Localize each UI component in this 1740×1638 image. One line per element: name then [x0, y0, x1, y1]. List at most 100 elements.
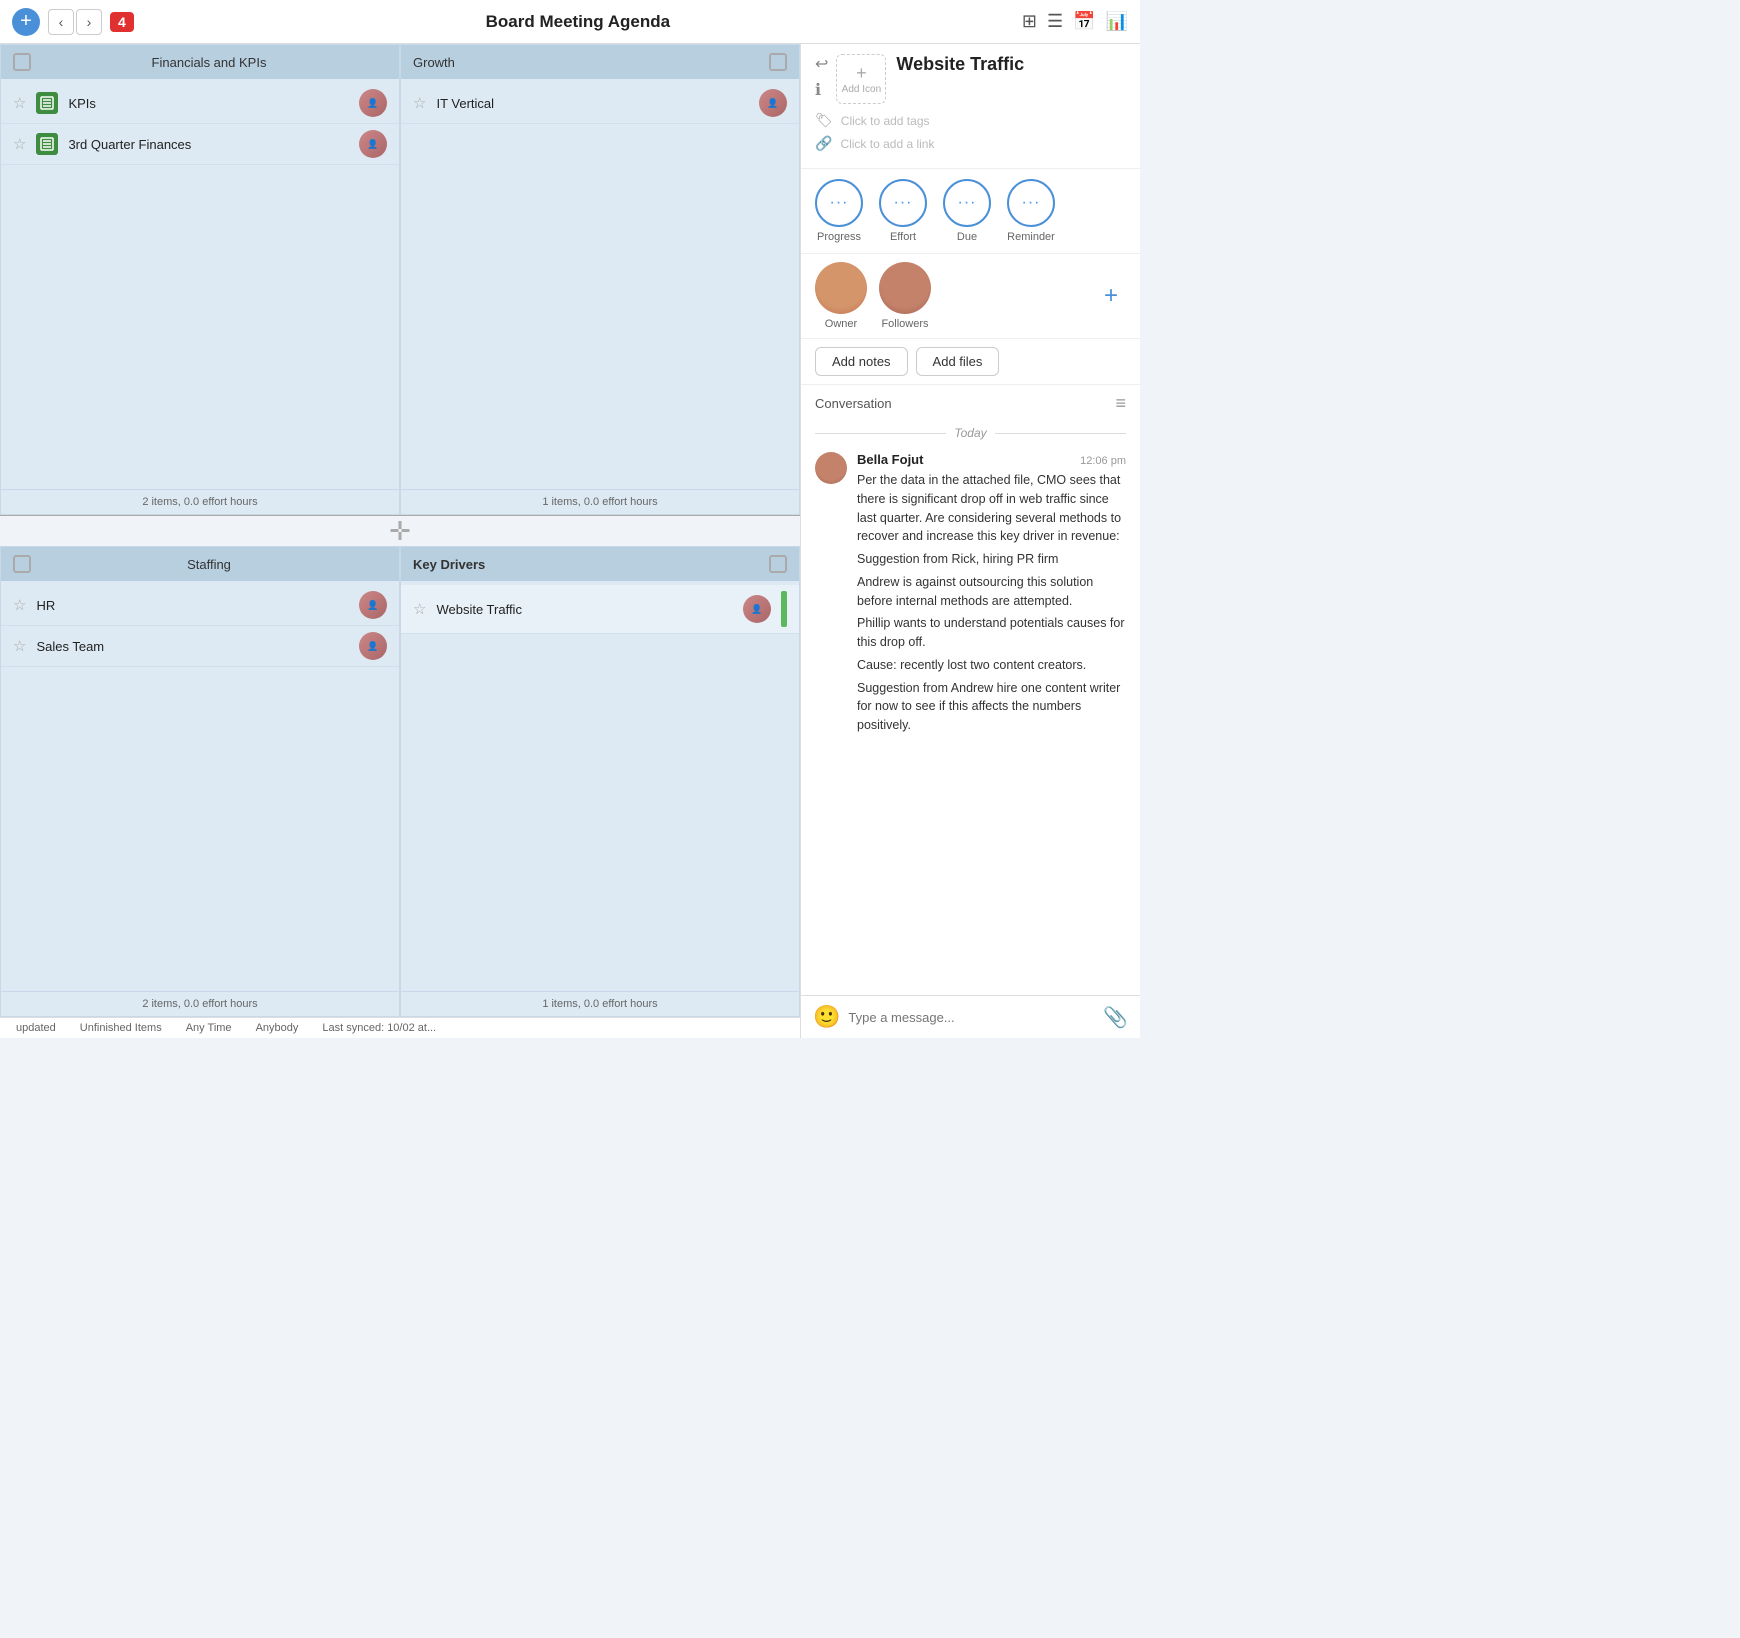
- item-label: IT Vertical: [436, 96, 749, 111]
- item-label: HR: [36, 598, 349, 613]
- nav-back-button[interactable]: ‹: [48, 9, 74, 35]
- conversation-section: Conversation ≡ Today Bella Fojut 12:06 p…: [801, 385, 1140, 995]
- section-checkbox[interactable]: [13, 53, 31, 71]
- status-person[interactable]: Anybody: [256, 1022, 299, 1034]
- progress-circle[interactable]: ···: [815, 179, 863, 227]
- add-person-button[interactable]: +: [1096, 281, 1126, 311]
- list-item[interactable]: ☆ HR 👤: [1, 585, 399, 626]
- person-followers: Followers: [879, 262, 931, 330]
- tag-icon: 🏷: [815, 112, 833, 129]
- star-icon[interactable]: ☆: [13, 94, 26, 112]
- message-author: Bella Fojut: [857, 452, 923, 467]
- section-checkbox[interactable]: [769, 53, 787, 71]
- toolbar-nav: ‹ ›: [48, 9, 102, 35]
- board-area: Financials and KPIs ☆ KPIs 👤: [0, 44, 800, 1038]
- board-bottom-grid: Staffing ☆ HR 👤 ☆ Sales Team 👤: [0, 546, 800, 1017]
- avatar: 👤: [359, 591, 387, 619]
- message-input[interactable]: [848, 1010, 1095, 1025]
- nav-forward-button[interactable]: ›: [76, 9, 102, 35]
- message-paragraph: Suggestion from Rick, hiring PR firm: [857, 550, 1126, 569]
- person-label: Owner: [825, 318, 857, 330]
- avatar: 👤: [359, 130, 387, 158]
- people-row: Owner Followers +: [801, 254, 1140, 339]
- add-notes-button[interactable]: Add notes: [815, 347, 908, 376]
- grid-view-icon[interactable]: ⊞: [1022, 11, 1037, 32]
- section-staffing-title: Staffing: [187, 557, 231, 572]
- due-circle[interactable]: ···: [943, 179, 991, 227]
- field-label: Effort: [890, 231, 916, 243]
- toolbar: + ‹ › 4 Board Meeting Agenda ⊞ ☰ 📅 📊: [0, 0, 1140, 44]
- face: [815, 262, 867, 314]
- section-growth-header: Growth: [401, 45, 799, 79]
- panel-header: ↩ ℹ + Add Icon Website Traffic 🏷 Click t…: [801, 44, 1140, 169]
- star-icon[interactable]: ☆: [413, 600, 426, 618]
- section-staffing: Staffing ☆ HR 👤 ☆ Sales Team 👤: [0, 546, 400, 1017]
- status-filter[interactable]: Unfinished Items: [80, 1022, 162, 1034]
- progress-bar: [781, 591, 787, 627]
- conversation-menu-icon[interactable]: ≡: [1115, 393, 1126, 414]
- list-view-icon[interactable]: ☰: [1047, 11, 1063, 32]
- move-icon[interactable]: ✛: [389, 516, 411, 547]
- add-button[interactable]: +: [12, 8, 40, 36]
- attach-icon[interactable]: 📎: [1103, 1005, 1128, 1030]
- field-reminder: ··· Reminder: [1007, 179, 1055, 243]
- section-financials-body: ☆ KPIs 👤 ☆ 3rd Quarter: [1, 79, 399, 489]
- section-key-drivers-body: ☆ Website Traffic 👤: [401, 581, 799, 991]
- calendar-view-icon[interactable]: 📅: [1073, 11, 1095, 32]
- message-paragraph: Andrew is against outsourcing this solut…: [857, 573, 1126, 611]
- section-key-drivers-header: Key Drivers: [401, 547, 799, 581]
- item-label: 3rd Quarter Finances: [68, 137, 349, 152]
- right-panel: ↩ ℹ + Add Icon Website Traffic 🏷 Click t…: [800, 44, 1140, 1038]
- message-paragraph: Per the data in the attached file, CMO s…: [857, 471, 1126, 546]
- star-icon[interactable]: ☆: [13, 135, 26, 153]
- section-checkbox[interactable]: [13, 555, 31, 573]
- section-growth-footer: 1 items, 0.0 effort hours: [401, 489, 799, 514]
- section-growth-title: Growth: [413, 55, 455, 70]
- item-icon: [36, 92, 58, 114]
- emoji-button[interactable]: 🙂: [813, 1004, 840, 1030]
- board-grid-wrapper: Financials and KPIs ☆ KPIs 👤: [0, 44, 800, 1017]
- face: [815, 452, 847, 484]
- face: [879, 262, 931, 314]
- list-item[interactable]: ☆ KPIs 👤: [1, 83, 399, 124]
- dots-icon: ···: [894, 194, 913, 212]
- reminder-circle[interactable]: ···: [1007, 179, 1055, 227]
- owner-avatar: [815, 262, 867, 314]
- status-updated: updated: [16, 1022, 56, 1034]
- divider-line: [815, 433, 946, 434]
- list-item[interactable]: ☆ 3rd Quarter Finances 👤: [1, 124, 399, 165]
- message-header: Bella Fojut 12:06 pm: [857, 452, 1126, 467]
- chart-view-icon[interactable]: 📊: [1106, 11, 1128, 32]
- add-link-button[interactable]: Click to add a link: [840, 137, 934, 151]
- item-icon: [36, 133, 58, 155]
- avatar: 👤: [359, 89, 387, 117]
- add-tags-button[interactable]: Click to add tags: [841, 114, 930, 128]
- followers-avatar: [879, 262, 931, 314]
- list-item[interactable]: ☆ IT Vertical 👤: [401, 83, 799, 124]
- plus-icon: +: [856, 63, 867, 84]
- section-growth-body: ☆ IT Vertical 👤: [401, 79, 799, 489]
- fields-row: ··· Progress ··· Effort ··· Due ···: [801, 169, 1140, 254]
- field-label: Due: [957, 231, 977, 243]
- status-time[interactable]: Any Time: [186, 1022, 232, 1034]
- field-due: ··· Due: [943, 179, 991, 243]
- status-bar: updated Unfinished Items Any Time Anybod…: [0, 1017, 800, 1038]
- view-controls: ⊞ ☰ 📅 📊: [1022, 11, 1128, 32]
- resize-handle[interactable]: ✛: [0, 516, 800, 546]
- info-icon[interactable]: ℹ: [815, 80, 828, 100]
- star-icon[interactable]: ☆: [413, 94, 426, 112]
- field-effort: ··· Effort: [879, 179, 927, 243]
- effort-circle[interactable]: ···: [879, 179, 927, 227]
- undo-icon[interactable]: ↩: [815, 54, 828, 74]
- list-item[interactable]: ☆ Sales Team 👤: [1, 626, 399, 667]
- section-staffing-footer: 2 items, 0.0 effort hours: [1, 991, 399, 1016]
- star-icon[interactable]: ☆: [13, 596, 26, 614]
- message-time: 12:06 pm: [1080, 455, 1126, 467]
- panel-title: Website Traffic: [896, 54, 1126, 75]
- add-icon-button[interactable]: + Add Icon: [836, 54, 886, 104]
- add-files-button[interactable]: Add files: [916, 347, 1000, 376]
- section-checkbox[interactable]: [769, 555, 787, 573]
- conversation-title: Conversation: [815, 396, 892, 411]
- star-icon[interactable]: ☆: [13, 637, 26, 655]
- list-item[interactable]: ☆ Website Traffic 👤: [401, 585, 799, 634]
